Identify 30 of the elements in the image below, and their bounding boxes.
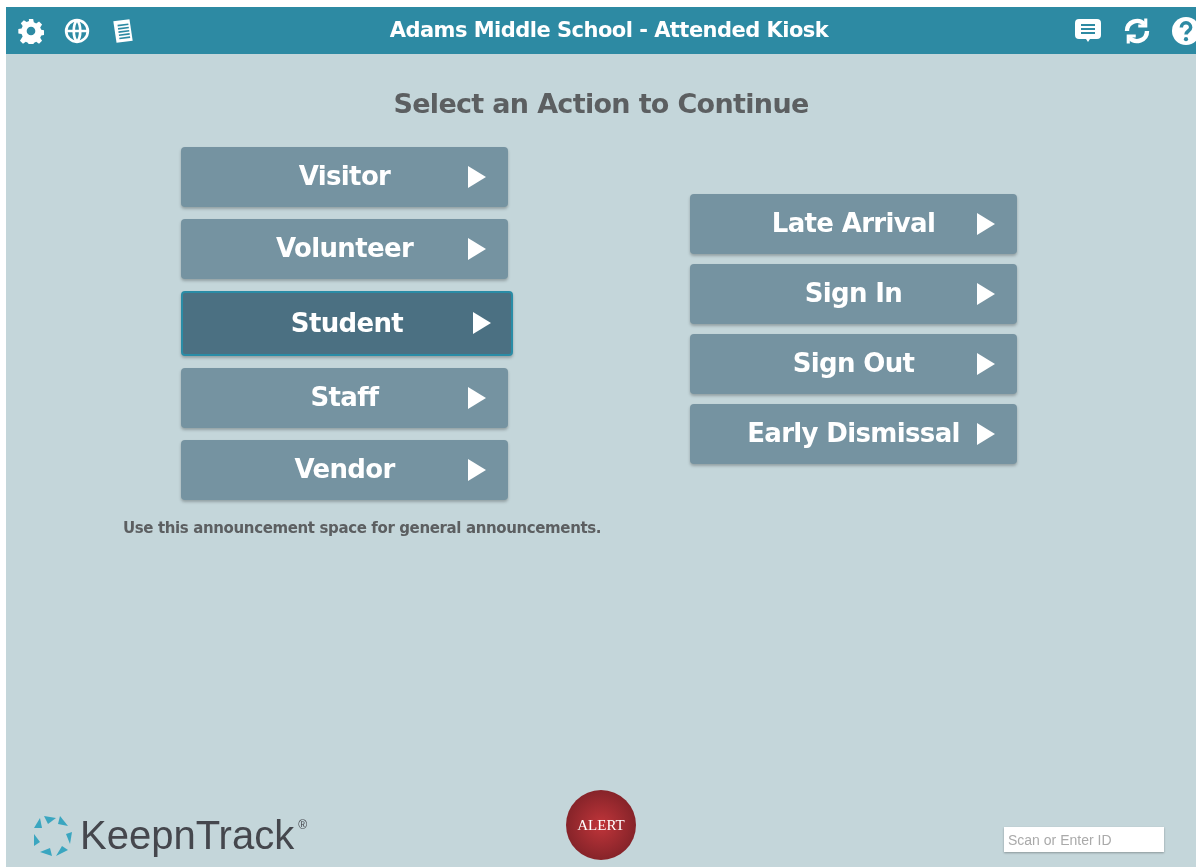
window-title: Adams Middle School - Attended Kiosk (388, 16, 830, 44)
action-button[interactable]: Late Arrival (690, 193, 1017, 254)
alert-button[interactable]: ALERT (566, 790, 636, 860)
logo-text: KeepnTrack (80, 815, 295, 855)
triangle-icon (977, 282, 995, 305)
triangle-icon (977, 422, 995, 445)
action-button[interactable]: Student (181, 290, 513, 356)
action-button[interactable]: Visitor (181, 146, 508, 207)
page-heading: Select an Action to Continue (392, 87, 810, 121)
announcement-text: Use this announcement space for general announcements. (122, 517, 603, 539)
globe-icon[interactable] (64, 17, 90, 44)
triangle-icon (977, 212, 995, 235)
triangle-icon (468, 386, 486, 409)
registered-mark: ® (298, 817, 308, 834)
action-button[interactable]: Vendor (181, 439, 508, 500)
triangle-icon (473, 312, 491, 334)
action-button[interactable]: Volunteer (181, 218, 508, 279)
action-button[interactable]: Early Dismissal (690, 403, 1017, 464)
action-button[interactable]: Staff (181, 367, 508, 428)
help-icon[interactable] (1172, 16, 1196, 45)
triangle-icon (468, 458, 486, 481)
triangle-icon (468, 165, 486, 188)
triangle-icon (468, 237, 486, 260)
chat-icon[interactable] (1074, 17, 1102, 44)
id-field[interactable]: Scan or Enter ID (1004, 827, 1164, 852)
settings-icon[interactable] (18, 17, 44, 44)
document-icon[interactable] (110, 16, 136, 45)
action-button[interactable]: Sign In (690, 263, 1017, 324)
action-button[interactable]: Sign Out (690, 333, 1017, 394)
triangle-icon (977, 352, 995, 375)
